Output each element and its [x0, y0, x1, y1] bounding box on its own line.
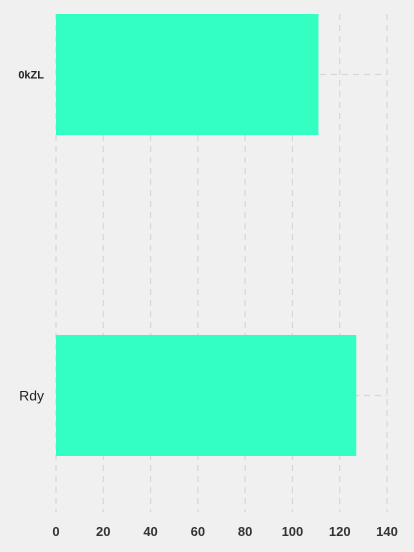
- x-tick-label-20: 20: [96, 524, 110, 539]
- bar-chart: 0 20 40 60 80 100 120 140 0kZL Rdy: [18, 14, 398, 539]
- chart-root: 0 20 40 60 80 100 120 140 0kZL Rdy: [0, 0, 414, 552]
- category-label-0kZL: 0kZL: [18, 70, 44, 82]
- x-tick-label-100: 100: [282, 524, 304, 539]
- x-tick-layer: 0 20 40 60 80 100 120 140: [52, 524, 397, 539]
- x-tick-label-120: 120: [329, 524, 351, 539]
- bar-layer: [56, 14, 357, 456]
- category-label-layer: 0kZL Rdy: [18, 70, 44, 404]
- x-tick-label-60: 60: [191, 524, 205, 539]
- bar-0kZL: [56, 14, 319, 135]
- x-tick-label-140: 140: [376, 524, 398, 539]
- x-tick-label-80: 80: [238, 524, 252, 539]
- x-tick-label-40: 40: [143, 524, 157, 539]
- category-label-Rdy: Rdy: [19, 388, 44, 404]
- bar-Rdy: [56, 335, 357, 456]
- x-tick-label-0: 0: [52, 524, 59, 539]
